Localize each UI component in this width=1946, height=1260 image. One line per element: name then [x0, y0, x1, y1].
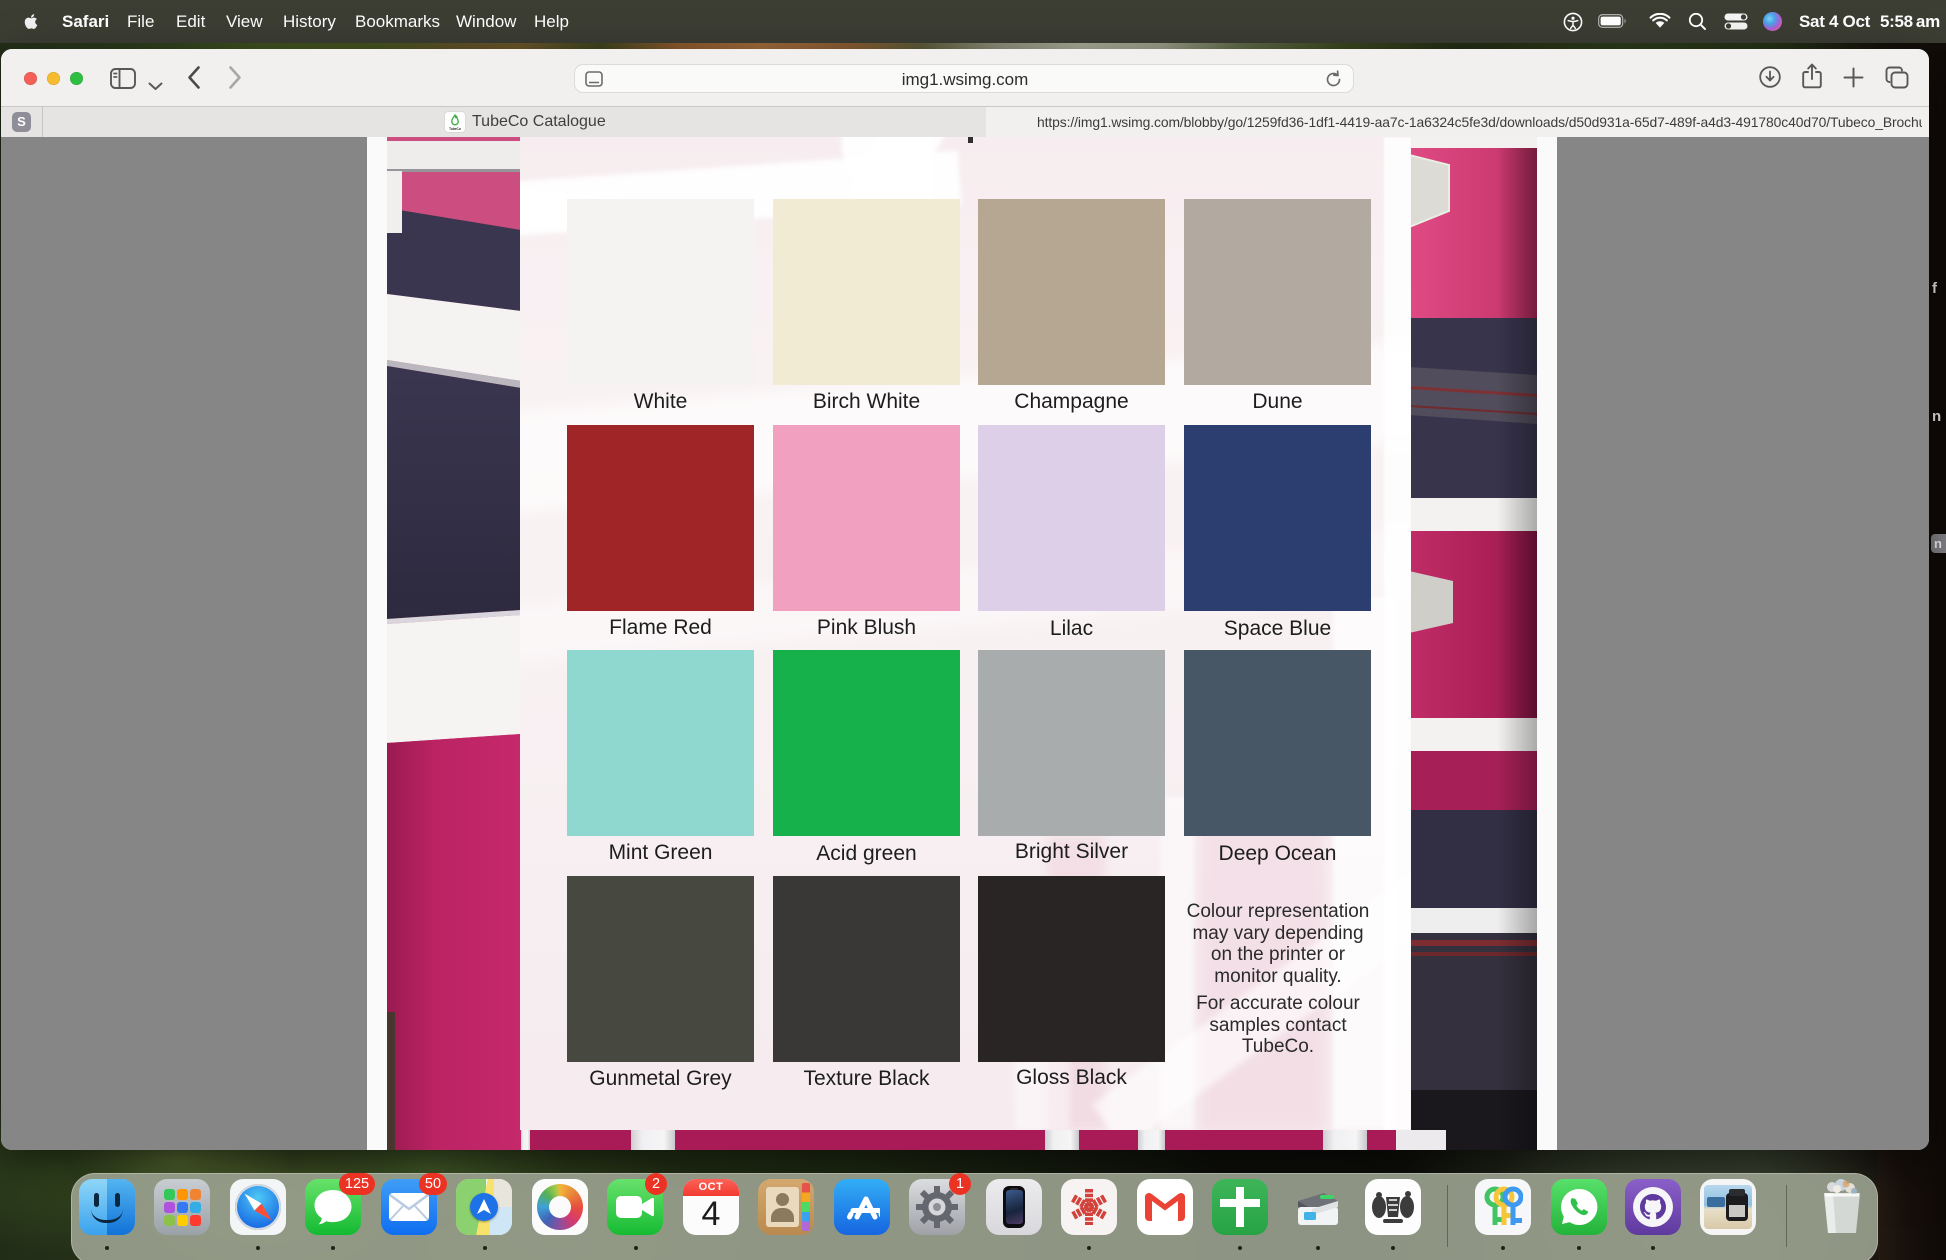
svg-text:TubeCo: TubeCo [449, 127, 461, 131]
